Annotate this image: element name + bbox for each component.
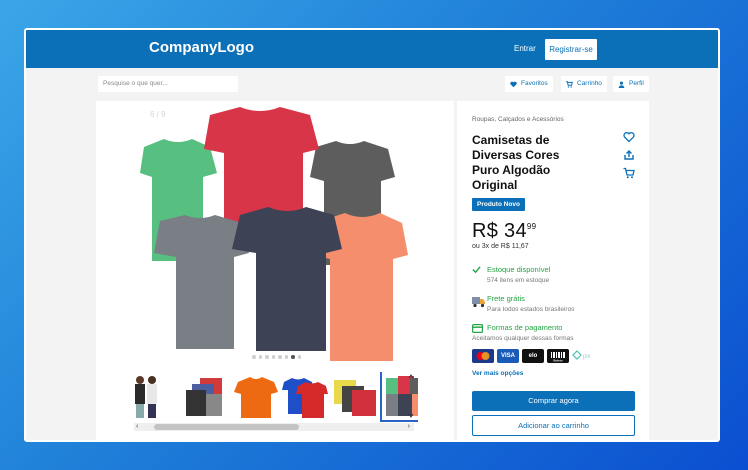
add-to-cart-button[interactable]: Adicionar ao carrinho — [472, 415, 635, 436]
mastercard-icon — [472, 349, 494, 363]
profile-label: Perfil — [629, 80, 644, 87]
visa-icon: VISA — [497, 349, 519, 363]
breadcrumb[interactable]: Roupas, Calçados e Acessórios — [472, 116, 564, 123]
stock-count: 574 itens em estoque — [487, 277, 550, 284]
payment-subtitle: Aceitamos qualquer dessas formas — [472, 335, 574, 342]
scrollbar-thumb[interactable] — [154, 424, 299, 430]
pagination-dot[interactable] — [271, 355, 275, 359]
favorites-link[interactable]: Favoritos — [505, 76, 553, 92]
stacked-shirts-thumbnail[interactable] — [182, 372, 230, 420]
yellow-red-shirts-thumbnail[interactable] — [332, 372, 380, 420]
svg-text:Boleto: Boleto — [553, 359, 563, 363]
pix-icon: pix — [572, 350, 591, 360]
product-details: Roupas, Calçados e Acessórios Camisetas … — [457, 101, 649, 440]
user-icon — [618, 81, 625, 88]
red-blue-shirts-thumbnail[interactable] — [282, 372, 330, 420]
truck-icon — [472, 297, 485, 308]
price: R$ 3499 — [472, 220, 536, 243]
favorites-label: Favoritos — [521, 80, 548, 87]
pagination-dot[interactable] — [252, 355, 256, 359]
installments: ou 3x de R$ 11,67 — [472, 243, 529, 250]
login-link[interactable]: Entrar — [514, 44, 536, 53]
models-thumbnail[interactable] — [132, 372, 180, 420]
search-input[interactable]: Pesquise o que quer... — [98, 76, 238, 92]
register-button[interactable]: Registrar-se — [545, 39, 597, 60]
shipping-detail: Para todos estados brasileiros — [487, 306, 575, 313]
new-product-badge: Produto Novo — [472, 198, 525, 211]
scroll-left-icon[interactable]: ‹ — [136, 423, 138, 431]
top-header: CompanyLogo Entrar Registrar-se — [26, 30, 718, 68]
image-counter: 6 / 9 — [150, 110, 166, 119]
pagination-dot[interactable] — [278, 355, 282, 359]
thumbnail-scroll-vertical[interactable] — [408, 373, 414, 419]
pagination-dot-active[interactable] — [291, 355, 295, 359]
payment-methods: VISA elo Boleto pix — [472, 349, 596, 363]
payment-title: Formas de pagamento — [487, 323, 563, 332]
price-cents: 99 — [526, 222, 537, 231]
profile-link[interactable]: Perfil — [613, 76, 649, 92]
thumbnail-scrollbar[interactable]: ‹ › — [134, 423, 414, 431]
product-gallery: 6 / 9 ‹ › — [96, 101, 454, 440]
buy-now-button[interactable]: Comprar agora — [472, 391, 635, 411]
pagination-dot[interactable] — [297, 355, 301, 359]
orange-shirt-thumbnail[interactable] — [232, 372, 280, 420]
credit-card-icon — [472, 324, 483, 333]
boleto-icon: Boleto — [547, 349, 569, 363]
pagination-dot[interactable] — [284, 355, 288, 359]
favorite-heart-icon[interactable] — [623, 131, 635, 143]
price-main: R$ 34 — [472, 220, 527, 242]
gallery-pagination — [252, 355, 301, 359]
svg-text:pix: pix — [583, 354, 591, 360]
share-icon[interactable] — [623, 149, 635, 161]
pagination-dot[interactable] — [265, 355, 269, 359]
shipping-status: Frete grátis — [487, 294, 525, 303]
elo-icon: elo — [522, 349, 544, 363]
product-main-image[interactable]: 6 / 9 — [140, 103, 410, 365]
app-window: CompanyLogo Entrar Registrar-se Pesquise… — [24, 28, 720, 442]
cart-icon — [566, 80, 573, 88]
pagination-dot[interactable] — [258, 355, 262, 359]
cart-link[interactable]: Carrinho — [561, 76, 607, 92]
more-options-link[interactable]: Ver mais opções — [472, 370, 523, 377]
product-title: Camisetas de Diversas Cores Puro Algodão… — [472, 133, 560, 192]
stock-status: Estoque disponível — [487, 265, 551, 274]
check-icon — [472, 266, 481, 274]
cart-label: Carrinho — [577, 80, 602, 87]
scroll-right-icon[interactable]: › — [408, 423, 410, 431]
add-cart-icon[interactable] — [623, 167, 635, 179]
company-logo[interactable]: CompanyLogo — [149, 39, 254, 56]
heart-icon — [510, 81, 517, 87]
